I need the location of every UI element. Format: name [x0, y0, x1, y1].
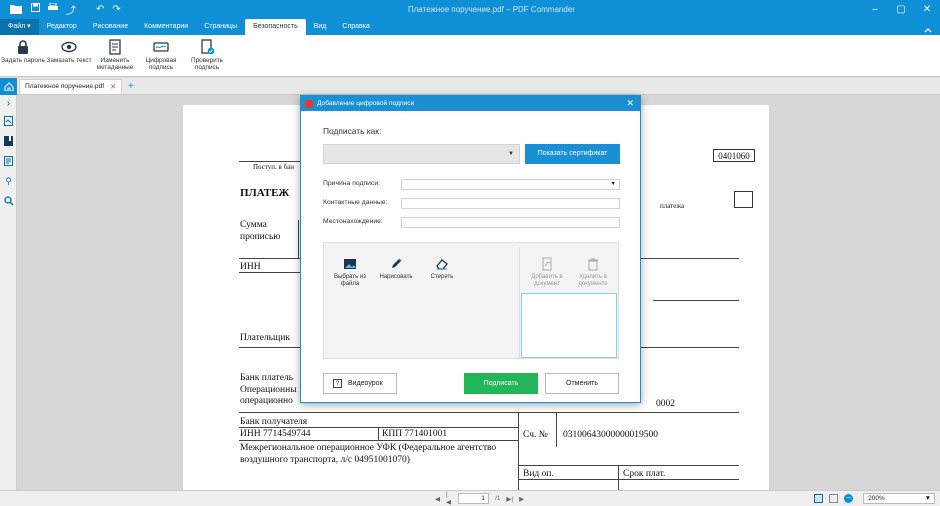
certificate-select[interactable]: ▼ — [323, 144, 520, 164]
attachment-icon[interactable]: ⚲ — [0, 171, 17, 191]
tab-document[interactable]: Платежное поручение.pdf ✕ — [19, 78, 122, 94]
dropdown-arrow-icon: ▼ — [610, 181, 616, 187]
home-icon[interactable] — [0, 77, 17, 95]
menu-security[interactable]: Безопасность — [245, 19, 306, 35]
location-label: Местонахождение: — [323, 218, 383, 225]
eraser-icon — [436, 259, 448, 270]
chevron-up-icon[interactable] — [924, 26, 932, 35]
pen-icon — [392, 258, 402, 268]
page-navigation: ◀ |◀ 1 /1 ▶| ▶ — [435, 491, 524, 506]
print-icon[interactable] — [48, 2, 58, 15]
single-page-view-icon[interactable] — [814, 494, 824, 503]
doc-title: ПЛАТЕЖ — [240, 187, 290, 199]
verify-signature-button[interactable]: Проверить подпись — [184, 35, 230, 76]
reason-label: Причина подписи: — [323, 180, 381, 187]
undo-icon[interactable]: ↶ — [96, 4, 104, 15]
show-certificate-button[interactable]: Показать сертификат — [525, 144, 620, 164]
page-total: /1 — [494, 495, 501, 502]
delete-from-document-button[interactable]: Удалить в документе — [571, 257, 615, 287]
bookmarks-icon[interactable] — [0, 131, 17, 151]
close-window-icon[interactable]: ✕ — [914, 4, 940, 15]
menu-bar: Файл ▾ Редактор Рисование Комментарии Ст… — [0, 18, 940, 35]
menu-file[interactable]: Файл ▾ — [0, 19, 39, 35]
next-page-icon[interactable]: ▶| — [506, 495, 513, 503]
trash-icon — [588, 258, 598, 271]
left-sidebar: › ⚲ — [0, 95, 17, 490]
contact-label: Контактные данные: — [323, 199, 388, 206]
dropdown-arrow-icon: ▼ — [508, 151, 514, 157]
folder-icon[interactable] — [9, 3, 23, 15]
page-number-input[interactable]: 1 — [458, 493, 489, 504]
checkbox-square — [734, 191, 753, 208]
comments-icon[interactable] — [0, 151, 17, 171]
menu-drawing[interactable]: Рисование — [85, 19, 136, 35]
redo-icon[interactable]: ↷ — [112, 4, 120, 15]
menu-editor[interactable]: Редактор — [39, 19, 85, 35]
edit-metadata-button[interactable]: Изменить метаданные — [92, 35, 138, 76]
digital-signature-dialog: Добавление цифровой подписи ✕ Подписать … — [300, 95, 641, 403]
eye-icon — [61, 41, 77, 53]
sign-as-label: Подписать как: — [323, 126, 382, 136]
search-icon[interactable] — [0, 191, 17, 211]
two-page-view-icon[interactable] — [829, 494, 839, 503]
video-tutorial-button[interactable]: ? Видеоурок — [323, 373, 397, 394]
expand-sidebar-icon[interactable]: › — [0, 95, 17, 111]
prev-page-icon[interactable]: |◀ — [446, 491, 452, 506]
share-icon[interactable]: ⤴ — [66, 2, 76, 17]
dialog-title-bar: Добавление цифровой подписи ✕ — [301, 96, 640, 111]
close-dialog-icon[interactable]: ✕ — [626, 98, 634, 109]
signature-preview — [521, 293, 617, 358]
zoom-out-icon[interactable]: – — [844, 494, 854, 503]
ribbon: Задать пароль Замазать текст Изменить ме… — [0, 35, 940, 77]
dropdown-arrow-icon: ▼ — [924, 495, 932, 502]
draw-button[interactable]: Нарисовать — [374, 257, 418, 281]
set-password-button[interactable]: Задать пароль — [0, 35, 46, 76]
save-icon[interactable] — [31, 3, 40, 15]
document-tab-bar: Платежное поручение.pdf ✕ + — [0, 77, 940, 95]
cancel-button[interactable]: Отменить — [545, 373, 619, 394]
zoom-select[interactable]: 200% ▼ — [863, 493, 936, 504]
lock-icon — [18, 40, 28, 54]
menu-help[interactable]: Справка — [334, 19, 377, 35]
first-page-icon[interactable]: ◀ — [435, 495, 440, 503]
add-tab-icon[interactable]: + — [128, 81, 134, 92]
verify-icon — [201, 39, 215, 55]
sign-button[interactable]: Подписать — [464, 373, 538, 394]
signature-icon — [153, 42, 169, 52]
okud-code: 0401060 — [713, 149, 755, 162]
reason-select[interactable]: ▼ — [401, 179, 620, 190]
erase-button[interactable]: Стереть — [420, 257, 464, 281]
add-to-document-button[interactable]: Добавить в документ — [525, 257, 569, 287]
redact-text-button[interactable]: Замазать текст — [46, 35, 92, 76]
add-doc-icon — [542, 257, 552, 271]
help-icon: ? — [333, 379, 342, 388]
status-bar: ◀ |◀ 1 /1 ▶| ▶ – 200%▼ + — [0, 490, 940, 506]
metadata-icon — [109, 39, 121, 55]
digital-signature-button[interactable]: Цифровая подпись — [138, 35, 184, 76]
title-bar: ⤴ ↶ ↷ Платежное поручение.pdf – PDF Comm… — [0, 0, 940, 18]
menu-comments[interactable]: Комментарии — [136, 19, 196, 35]
contact-input[interactable] — [401, 198, 620, 209]
close-tab-icon[interactable]: ✕ — [110, 83, 116, 91]
image-icon — [344, 259, 356, 269]
signature-area: Выбрать из файла Нарисовать Стереть Доба… — [323, 242, 619, 359]
menu-view[interactable]: Вид — [306, 19, 335, 35]
thumbnails-icon[interactable] — [0, 111, 17, 131]
window-title: Платежное поручение.pdf – PDF Commander — [407, 4, 575, 14]
menu-pages[interactable]: Страницы — [196, 19, 245, 35]
minimize-icon[interactable]: – — [862, 4, 888, 15]
choose-from-file-button[interactable]: Выбрать из файла — [328, 257, 372, 287]
maximize-icon[interactable]: ▢ — [888, 4, 914, 15]
app-logo-icon — [305, 99, 313, 108]
last-page-icon[interactable]: ▶ — [519, 495, 524, 503]
location-input[interactable] — [401, 217, 620, 228]
account-number: 03100643000000019500 — [563, 430, 658, 440]
